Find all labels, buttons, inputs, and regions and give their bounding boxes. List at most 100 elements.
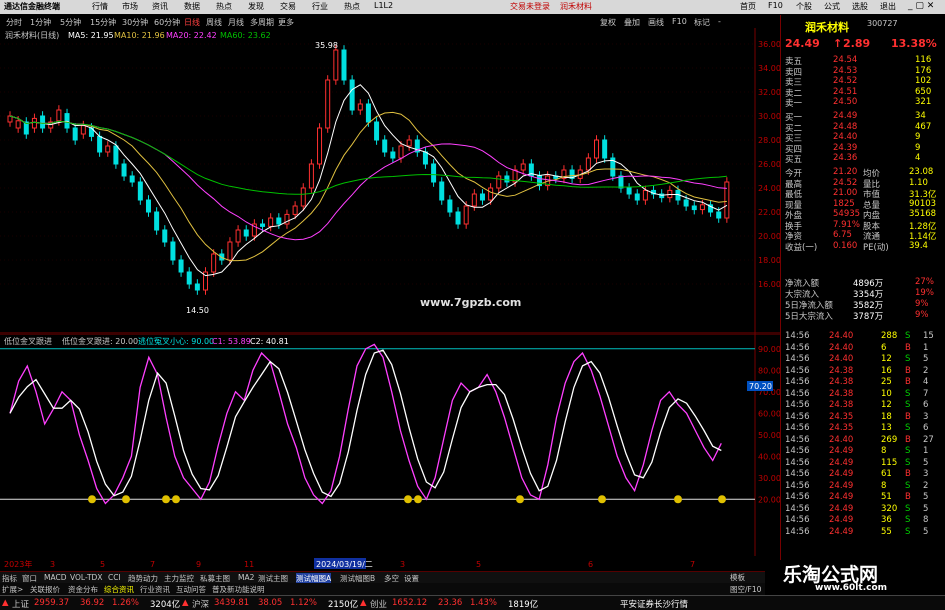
stat-value: 35168 [909,209,937,219]
golden-cross-icon [516,495,524,504]
ask-row: 卖四 24.53 176 [785,66,943,78]
menu-home[interactable]: 首页 [740,1,756,12]
ma60-legend: MA60: 23.62 [220,31,271,40]
menu-select[interactable]: 选股 [852,1,868,12]
toolbar-btn[interactable]: F10 [672,17,687,26]
period-tab[interactable]: 60分钟 [154,17,180,28]
tick-price: 24.49 [829,446,854,456]
tick-side: B [905,342,911,353]
osc-tick: 50.00 [758,431,780,440]
period-tab[interactable]: 1分钟 [30,17,51,28]
menu-item[interactable]: 发现 [248,1,264,12]
tick-row: 14:56 24.40 6 B 1 [785,343,943,353]
tick-volume: 6 [881,342,887,353]
tick-side: S [905,331,911,341]
tick-volume: 288 [881,331,898,341]
menu-item[interactable]: 热点 [344,1,360,12]
tick-price: 24.40 [829,354,854,364]
index-name[interactable]: 上证 [12,598,29,610]
toolbar-btn[interactable]: 画线 [648,17,664,28]
toolbar-btn[interactable]: 叠加 [624,17,640,28]
tick-row: 14:56 24.49 36 S 8 [785,515,943,525]
osc-tick: 30.00 [758,474,780,483]
kline-chart[interactable]: 36.00 34.00 32.00 30.00 28.00 26.00 24.00 22.00… [0,28,780,334]
period-tab[interactable]: 分时 [6,17,22,28]
flow-label: 5日大宗流入 [785,312,833,322]
menu-f10[interactable]: F10 [768,1,783,10]
subtab[interactable]: 行业资讯 [140,584,170,595]
golden-cross-icon [122,495,130,504]
stat-row: 净资 6.75 流通 1.14亿 [785,230,943,242]
candle-body [479,193,485,201]
bid-volume: 467 [915,121,932,132]
period-tab[interactable]: 月线 [228,17,244,28]
period-tab[interactable]: 多周期 [250,17,274,28]
candle-body [72,127,78,141]
tick-side: B [905,469,911,479]
menu-item[interactable]: 行业 [312,1,328,12]
oscillator-chart[interactable]: 90.0080.0070.0060.0050.0040.0030.0020.00… [0,334,780,556]
tick-price: 24.40 [829,434,854,445]
tick-time: 14:56 [785,434,810,445]
candle-body [626,187,632,195]
f10-button[interactable]: 图空/F10 [730,584,761,595]
menu-stock[interactable]: 个股 [796,1,812,12]
toolbar-btn[interactable]: - [718,17,721,26]
toolbar-btn[interactable]: 标记 [694,17,710,28]
up-icon: ▲ [182,598,189,608]
period-tab[interactable]: 5分钟 [60,17,81,28]
menu-item[interactable]: 行情 [92,1,108,12]
period-tab[interactable]: 30分钟 [122,17,148,28]
tab[interactable]: CCI [108,573,121,582]
tick-volume: 8 [881,480,887,491]
window-controls[interactable]: _ ▢ ✕ [908,1,934,11]
stock-code: 300727 [867,19,898,28]
stock-title: 润禾材料 [560,2,592,11]
template-button[interactable]: 模板 [730,572,745,583]
candle-body [80,125,86,135]
candle-body [382,139,388,153]
period-tab[interactable]: 15分钟 [90,17,116,28]
candle-body [40,115,46,129]
index-value: 1652.12 [392,598,428,608]
subtab-active[interactable]: 综合资讯 [104,584,134,595]
menu-item[interactable]: 数据 [184,1,200,12]
trade-status[interactable]: 交易未登录 [510,1,550,12]
tab[interactable]: MA2 [238,573,254,582]
menu-item[interactable]: 资讯 [152,1,168,12]
period-tab[interactable]: 更多 [278,17,294,28]
index-name[interactable]: 创业 [370,598,387,610]
tick-count: 5 [923,457,929,468]
toolbar-btn[interactable]: 复权 [600,17,616,28]
period-bar: 分时 1分钟 5分钟 15分钟 30分钟 60分钟 日线 周线 月线 多周期 更… [0,15,760,29]
tab[interactable]: MACD [44,573,66,582]
menu-exit[interactable]: 退出 [880,1,896,12]
subtab[interactable]: 普及新功能说明 [212,584,265,595]
menu-formula[interactable]: 公式 [824,1,840,12]
tab[interactable]: VOL-TDX [70,573,102,582]
subtab[interactable]: 扩展> [2,584,23,595]
subtab[interactable]: 关联报价 [30,584,60,595]
candle-body [390,151,396,159]
menu-item[interactable]: 市场 [122,1,138,12]
menu-item[interactable]: 交易 [280,1,296,12]
index-amount: 2150亿 [328,600,359,610]
period-tab-daily[interactable]: 日线 [184,17,200,28]
index-name[interactable]: 沪深 [192,598,209,610]
menu-item[interactable]: 热点 [216,1,232,12]
tick-count: 5 [923,503,929,514]
subtab[interactable]: 资金分布 [68,584,98,595]
tick-side: S [905,515,911,525]
flow-pct: 19% [915,288,934,298]
osc-tick: 60.00 [758,409,780,418]
menu-item[interactable]: L1L2 [374,1,393,10]
golden-cross-icon [404,495,412,504]
tick-price: 24.38 [829,377,854,387]
tick-count: 5 [923,492,929,502]
period-tab[interactable]: 周线 [206,17,222,28]
month-tick: 3 [400,560,405,569]
ask-volume: 321 [915,97,932,107]
subtab[interactable]: 互动问答 [176,584,206,595]
candle-body [349,79,355,111]
tick-price: 24.49 [829,526,854,537]
